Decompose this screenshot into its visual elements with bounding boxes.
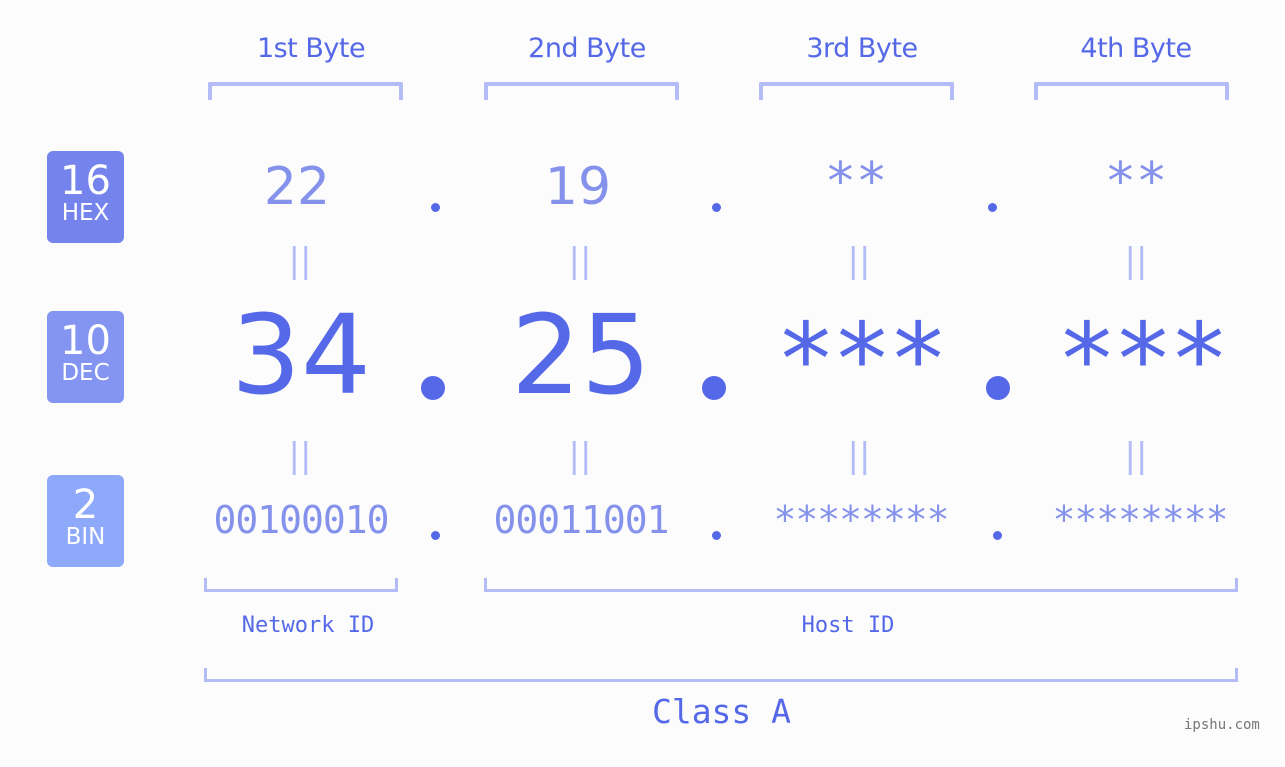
bin-byte-4: ********	[1052, 498, 1228, 542]
bin-dot-3	[993, 531, 1002, 540]
hex-dot-2	[712, 203, 721, 212]
byte-header-4: 4th Byte	[1080, 33, 1192, 64]
hex-base: 16	[60, 158, 111, 204]
hex-byte-3: **	[824, 152, 888, 212]
bin-dot-1	[431, 531, 440, 540]
dec-dot-2	[702, 376, 726, 400]
hex-label: HEX	[61, 200, 110, 226]
class-label: Class A	[651, 692, 792, 731]
equals-icon: ||	[568, 241, 592, 281]
bin-byte-3: ********	[773, 498, 949, 542]
equals-icon: ||	[847, 241, 871, 281]
bin-base: 2	[72, 482, 99, 528]
bin-label: BIN	[65, 524, 106, 550]
bin-byte-2: 00011001	[493, 498, 669, 542]
dec-dot-3	[986, 376, 1010, 400]
hex-dot-3	[988, 203, 997, 212]
class-bracket	[204, 668, 1238, 682]
dec-label: DEC	[61, 360, 110, 386]
byte-bracket-1	[208, 82, 403, 100]
dec-byte-2: 25	[511, 291, 651, 419]
host-id-label: Host ID	[801, 613, 895, 638]
byte-header-1: 1st Byte	[256, 33, 366, 64]
bin-byte-1: 00100010	[213, 498, 389, 542]
byte-header-2: 2nd Byte	[528, 33, 646, 64]
byte-header-3: 3rd Byte	[806, 33, 918, 64]
watermark: ipshu.com	[1184, 717, 1260, 733]
dec-byte-3: ***	[775, 301, 949, 418]
dec-base: 10	[60, 318, 111, 364]
dec-dot-1	[421, 376, 445, 400]
equals-icon: ||	[1124, 436, 1148, 476]
hex-byte-2: 19	[544, 157, 612, 217]
dec-byte-1: 34	[231, 291, 371, 419]
equals-icon: ||	[568, 436, 592, 476]
hex-badge: 16 HEX	[47, 151, 124, 243]
equals-icon: ||	[288, 241, 312, 281]
equals-icon: ||	[1124, 241, 1148, 281]
dec-badge: 10 DEC	[47, 311, 124, 403]
equals-icon: ||	[847, 436, 871, 476]
hex-dot-1	[431, 203, 440, 212]
byte-bracket-4	[1034, 82, 1229, 100]
bin-badge: 2 BIN	[47, 475, 124, 567]
bin-dot-2	[712, 531, 721, 540]
hex-byte-4: **	[1104, 152, 1168, 212]
byte-bracket-3	[759, 82, 954, 100]
equals-icon: ||	[288, 436, 312, 476]
dec-byte-4: ***	[1056, 301, 1230, 418]
network-id-bracket	[204, 578, 398, 592]
network-id-label: Network ID	[241, 613, 375, 638]
hex-byte-1: 22	[263, 157, 331, 217]
byte-bracket-2	[484, 82, 679, 100]
host-id-bracket	[484, 578, 1238, 592]
